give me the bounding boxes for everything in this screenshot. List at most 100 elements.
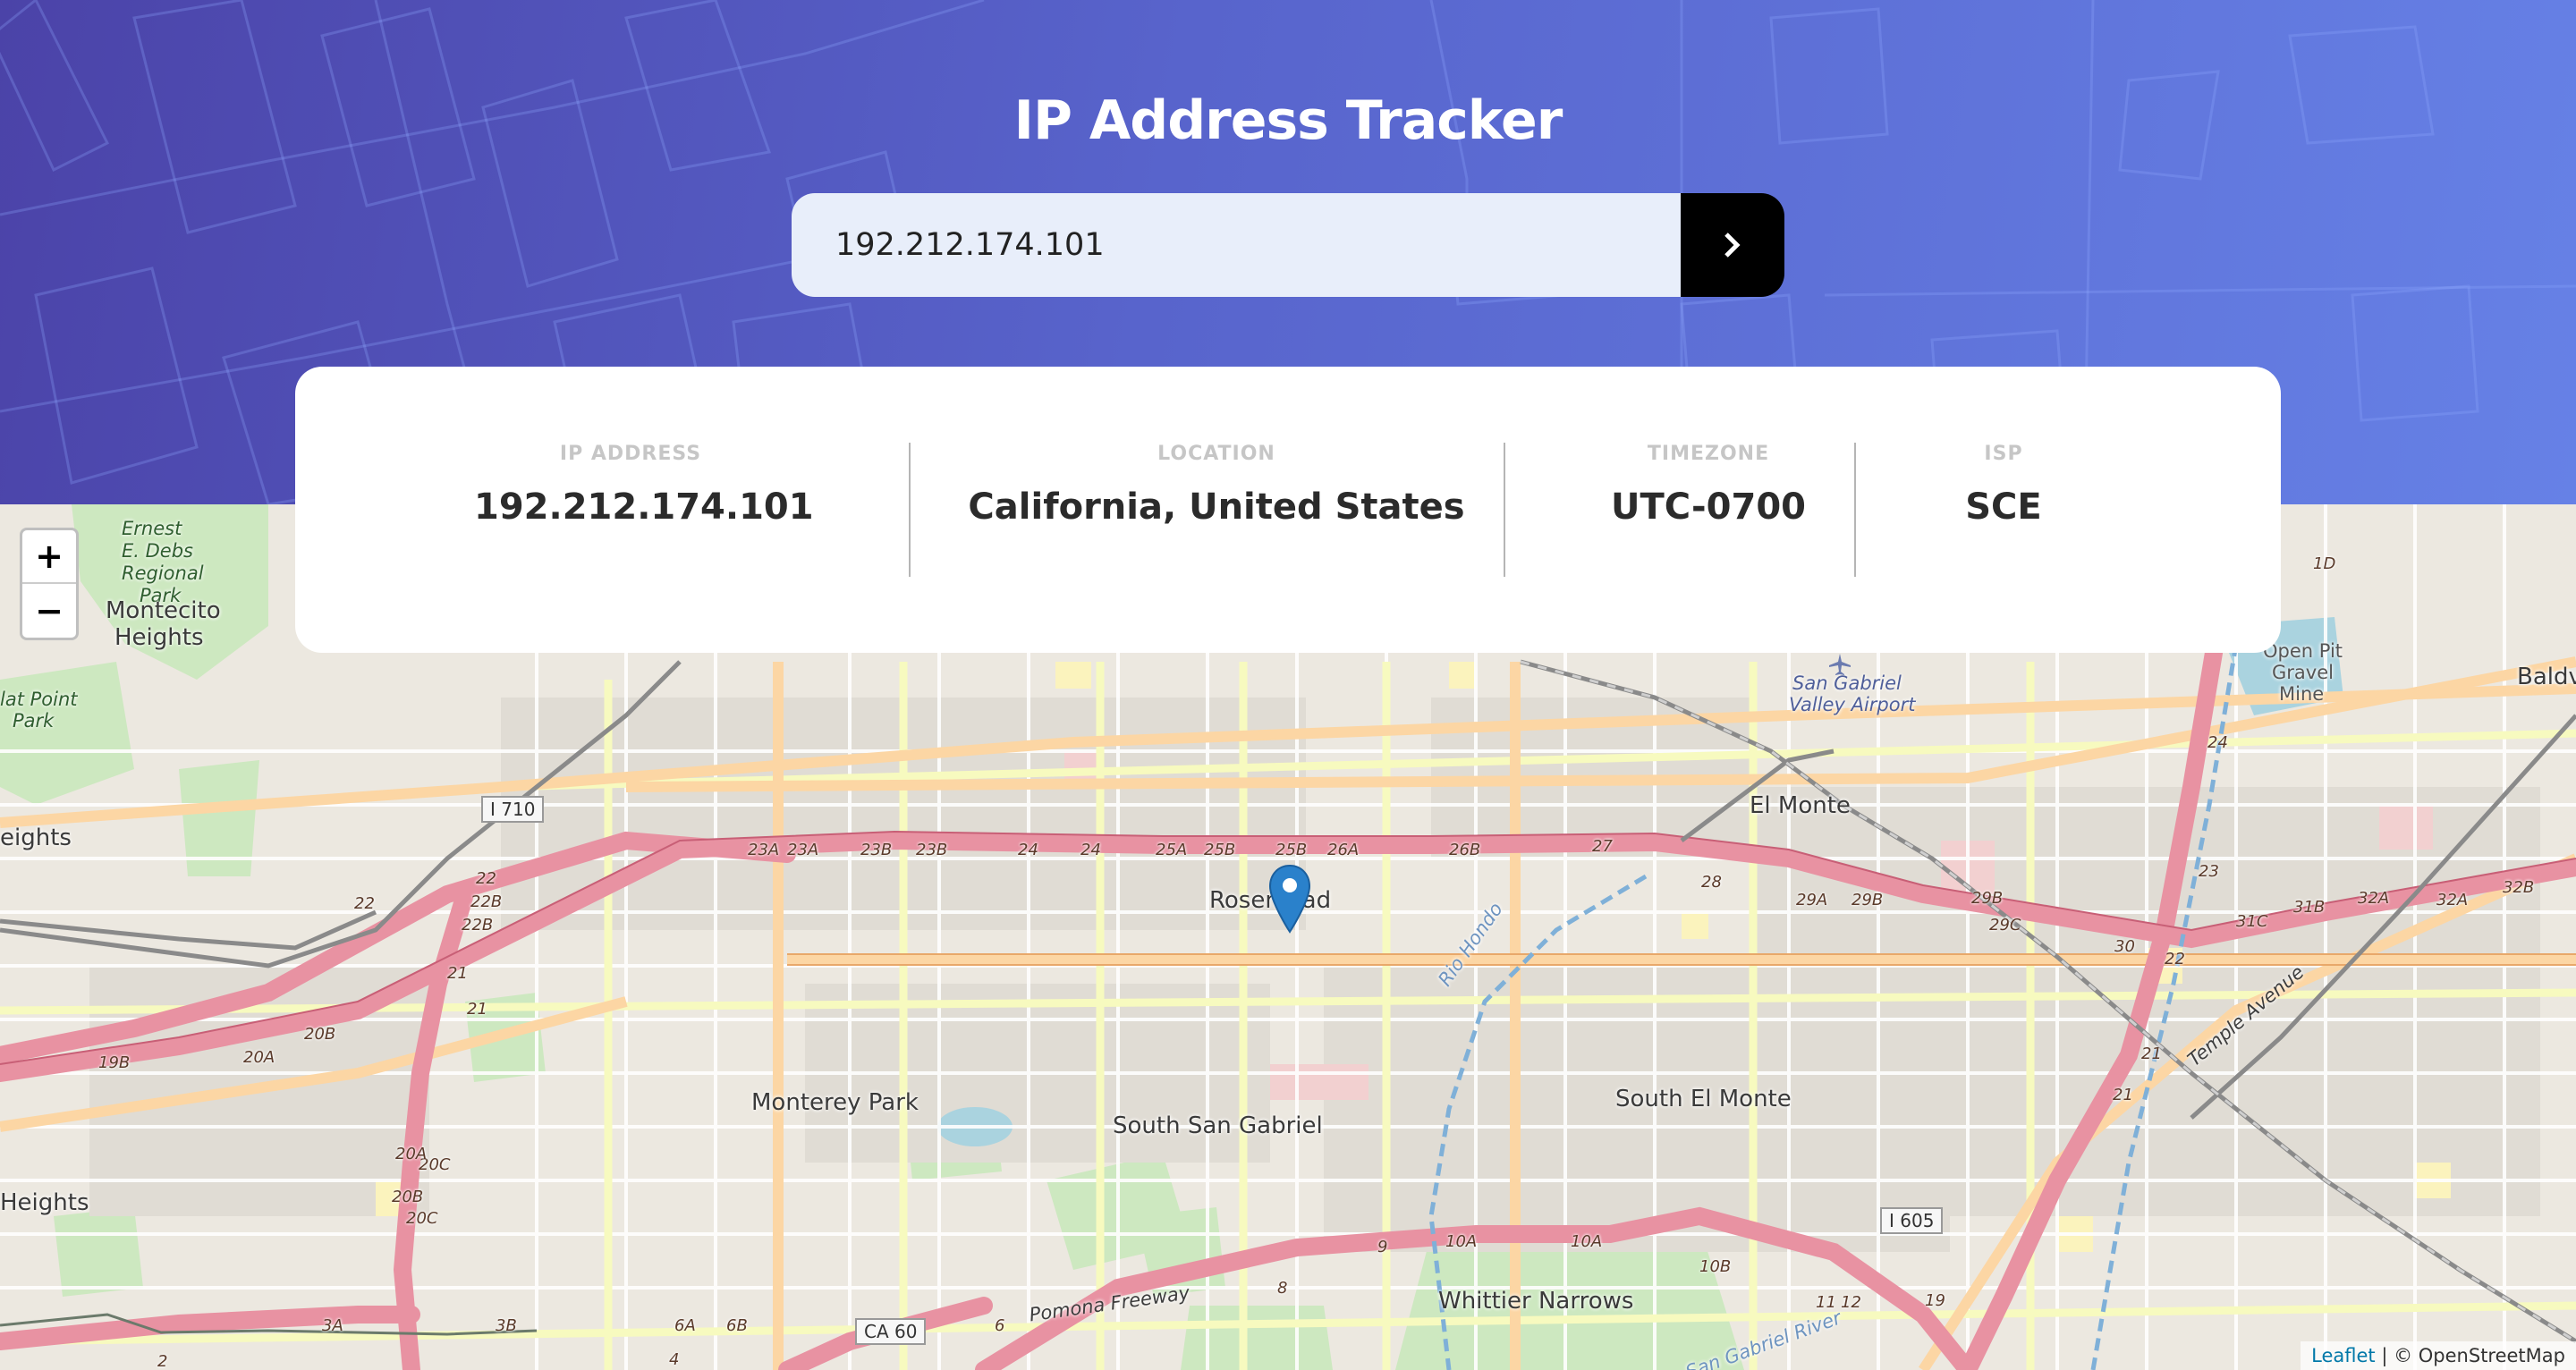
search-form — [792, 193, 1784, 297]
place-label: Mine — [2279, 683, 2325, 705]
exit-label: 3A — [322, 1316, 343, 1335]
exit-label: 6B — [726, 1316, 748, 1335]
exit-label: 22B — [462, 916, 494, 934]
exit-label: 20B — [392, 1188, 424, 1206]
highway-shield: CA 60 — [855, 1318, 927, 1345]
exit-label: 22 — [476, 869, 496, 888]
exit-label: 29C — [1989, 916, 2021, 934]
isp-label: ISP — [1984, 443, 2023, 465]
ip-address-label: IP ADDRESS — [559, 443, 702, 465]
exit-label: 25B — [1204, 841, 1236, 859]
exit-label: 20A — [243, 1048, 275, 1067]
place-label: Monterey Park — [751, 1089, 919, 1116]
place-label: El Monte — [1750, 792, 1851, 819]
ip-address-value: 192.212.174.101 — [474, 486, 814, 528]
exit-label: 31C — [2236, 912, 2268, 931]
exit-label: 29A — [1796, 891, 1828, 909]
highway-shield: I 605 — [1880, 1207, 1944, 1234]
exit-label: 10B — [1699, 1257, 1732, 1276]
place-label: Park — [13, 710, 55, 732]
exit-label: 23A — [748, 841, 780, 859]
location-label: LOCATION — [1157, 443, 1275, 465]
exit-label: 21 — [467, 1000, 487, 1019]
exit-label: 22 — [2165, 950, 2185, 968]
exit-label: 12 — [1841, 1293, 1861, 1312]
place-label: South El Monte — [1615, 1086, 1792, 1112]
exit-label: 22 — [354, 894, 375, 913]
exit-label: 28 — [1701, 873, 1722, 892]
location-section: LOCATION California, United States — [939, 443, 1494, 528]
exit-label: 6 — [995, 1316, 1005, 1335]
exit-label: 24 — [2207, 733, 2228, 752]
ip-address-section: IP ADDRESS 192.212.174.101 — [474, 443, 814, 528]
place-label: Montecito — [106, 597, 221, 624]
place-label: Regional — [122, 562, 204, 584]
exit-label: 21 — [447, 964, 468, 983]
place-label: Whittier Narrows — [1438, 1288, 1634, 1315]
exit-label: 32B — [2503, 878, 2535, 897]
place-label: E. Debs — [122, 540, 193, 562]
exit-label: 20A — [395, 1145, 428, 1163]
exit-label: 4 — [669, 1350, 680, 1369]
exit-label: 21 — [2113, 1086, 2133, 1104]
exit-label: 20C — [406, 1209, 438, 1228]
place-label: Open Pit — [2263, 640, 2343, 662]
airport-icon — [1829, 654, 1851, 675]
exit-label: 6A — [674, 1316, 696, 1335]
exit-label: 27 — [1592, 837, 1613, 856]
zoom-out-button[interactable]: − — [22, 584, 76, 638]
exit-label: 9 — [1377, 1238, 1388, 1256]
place-label: Heights — [0, 1189, 89, 1216]
exit-label: 32A — [2436, 891, 2469, 909]
isp-section: ISP SCE — [1896, 443, 2111, 528]
exit-label: 10A — [1571, 1232, 1603, 1251]
place-label: Valley Airport — [1789, 694, 1916, 715]
exit-label: 3B — [496, 1316, 517, 1335]
exit-label: 8 — [1277, 1279, 1288, 1298]
divider — [1504, 443, 1505, 577]
divider — [909, 443, 911, 577]
leaflet-link[interactable]: Leaflet — [2311, 1345, 2376, 1366]
map-marker-icon[interactable] — [1268, 864, 1311, 935]
exit-label: 23 — [2199, 862, 2219, 881]
exit-label: 1D — [2313, 554, 2336, 573]
zoom-control: + − — [20, 528, 79, 640]
timezone-value: UTC-0700 — [1611, 486, 1806, 528]
isp-value: SCE — [1965, 486, 2042, 528]
exit-label: 23A — [787, 841, 819, 859]
place-label: Ernest — [122, 518, 182, 539]
exit-label: 10A — [1445, 1232, 1478, 1251]
exit-label: 11 — [1816, 1293, 1836, 1312]
chevron-right-icon — [1724, 233, 1741, 258]
exit-label: 19B — [98, 1053, 131, 1072]
exit-label: 25A — [1156, 841, 1188, 859]
page-title: IP Address Tracker — [1013, 89, 1563, 152]
place-label: Baldv — [2517, 664, 2576, 690]
exit-label: 26B — [1449, 841, 1481, 859]
map-attribution: Leaflet | © OpenStreetMap — [2301, 1341, 2576, 1370]
attribution-text: | © OpenStreetMap — [2381, 1345, 2565, 1366]
exit-label: 2 — [157, 1352, 168, 1370]
exit-label: 23B — [916, 841, 948, 859]
place-label: lat Point — [0, 689, 78, 710]
exit-label: 30 — [2114, 937, 2135, 956]
exit-label: 32A — [2358, 889, 2390, 908]
submit-button[interactable] — [1681, 193, 1784, 297]
zoom-in-button[interactable]: + — [22, 530, 76, 584]
exit-label: 19 — [1925, 1291, 1945, 1310]
place-label: South San Gabriel — [1113, 1112, 1323, 1139]
place-label: eights — [0, 825, 72, 851]
exit-label: 29B — [1971, 889, 2004, 908]
ip-search-input[interactable] — [792, 193, 1681, 297]
divider — [1854, 443, 1856, 577]
info-card: IP ADDRESS 192.212.174.101 LOCATION Cali… — [295, 367, 2281, 653]
exit-label: 26A — [1327, 841, 1360, 859]
exit-label: 20B — [304, 1025, 336, 1044]
exit-label: 23B — [860, 841, 893, 859]
exit-label: 25B — [1275, 841, 1308, 859]
location-value: California, United States — [968, 486, 1465, 528]
exit-label: 31B — [2293, 898, 2326, 917]
timezone-label: TIMEZONE — [1647, 443, 1770, 465]
exit-label: 24 — [1080, 841, 1101, 859]
exit-label: 29B — [1852, 891, 1884, 909]
